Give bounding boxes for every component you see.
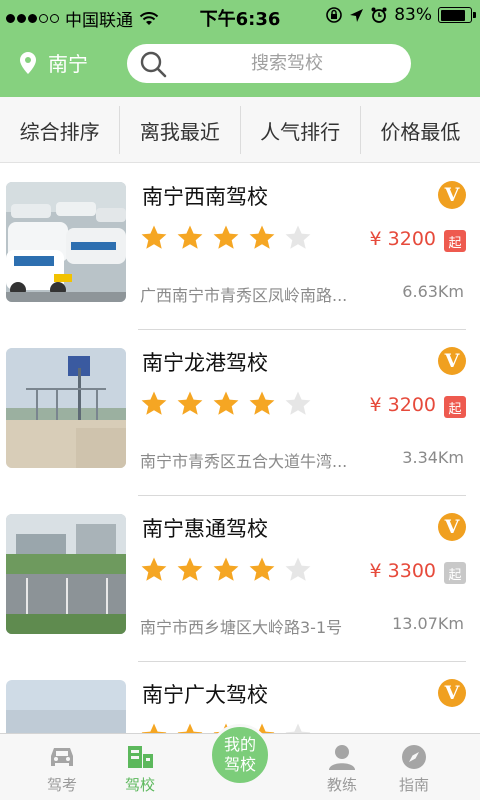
star-filled-icon [249, 391, 275, 415]
school-building-icon [128, 746, 153, 768]
price-from-badge: 起 [444, 396, 466, 418]
star-filled-icon [141, 391, 167, 415]
school-photo [6, 348, 126, 468]
verified-badge: V [438, 513, 466, 541]
tab-popularity[interactable]: 人气排行 [241, 106, 361, 154]
star-empty-icon [285, 225, 311, 249]
address: 南宁市青秀区五合大道牛湾... [140, 452, 348, 471]
list-item[interactable]: 南宁龙港驾校 V ¥ 3200 起 南宁市青秀区五合大道牛湾... 3.34Km [0, 330, 480, 496]
star-empty-icon [285, 391, 311, 415]
battery-icon [438, 7, 476, 23]
price-from-badge: 起 [444, 562, 466, 584]
star-filled-icon [177, 557, 203, 581]
tab-comprehensive[interactable]: 综合排序 [0, 106, 121, 154]
list-item[interactable]: 南宁西南驾校 V ¥ 3200 起 广西南宁市青秀区凤岭南路... 6.63Km [0, 164, 480, 330]
verified-badge: V [438, 347, 466, 375]
sort-tabs: 综合排序 离我最近 人气排行 价格最低 [0, 97, 480, 163]
alarm-icon [371, 7, 387, 23]
app-root: 中国联通 下午6:36 83% 南宁 搜索驾校 综合排序 离我最近 人气排行 价… [0, 0, 480, 800]
star-filled-icon [213, 391, 239, 415]
distance: 13.07Km [392, 614, 464, 633]
school-name: 南宁广大驾校 [142, 683, 268, 707]
address: 广西南宁市青秀区凤岭南路... [140, 286, 348, 305]
my-school-label: 我的 驾校 [223, 735, 256, 774]
rating-stars [140, 390, 312, 418]
my-school-button[interactable]: 我的 驾校 [209, 724, 271, 786]
header: 中国联通 下午6:36 83% 南宁 搜索驾校 [0, 0, 480, 97]
rating-stars [140, 224, 312, 252]
location-arrow-icon [350, 8, 364, 22]
city-selector[interactable]: 南宁 [20, 48, 88, 77]
address: 南宁市西乡塘区大岭路3-1号 [140, 618, 343, 637]
school-name: 南宁西南驾校 [142, 185, 268, 209]
school-name: 南宁龙港驾校 [142, 351, 268, 375]
search-input[interactable] [177, 48, 397, 78]
school-name: 南宁惠通驾校 [142, 517, 268, 541]
battery-fill [440, 9, 465, 21]
nav-guide[interactable]: 指南 [366, 734, 462, 800]
school-photo [6, 182, 126, 302]
distance: 3.34Km [402, 448, 464, 467]
verified-badge: V [438, 679, 466, 707]
price: ¥ 3200 [369, 394, 436, 416]
distance: 6.63Km [402, 282, 464, 301]
list-item[interactable]: 南宁惠通驾校 V ¥ 3300 起 南宁市西乡塘区大岭路3-1号 13.07Km [0, 496, 480, 662]
nav-guide-label: 指南 [398, 776, 429, 794]
tab-lowest-price[interactable]: 价格最低 [361, 106, 480, 154]
car-icon [51, 748, 73, 766]
rating-stars [140, 556, 312, 584]
star-filled-icon [141, 225, 167, 249]
search-icon [140, 51, 167, 78]
city-label: 南宁 [48, 52, 88, 76]
star-filled-icon [213, 557, 239, 581]
star-filled-icon [249, 557, 275, 581]
tab-nearest[interactable]: 离我最近 [120, 106, 241, 154]
nav-exam-label: 驾考 [46, 776, 77, 794]
star-filled-icon [177, 225, 203, 249]
price: ¥ 3200 [369, 228, 436, 250]
star-filled-icon [177, 391, 203, 415]
star-filled-icon [213, 225, 239, 249]
nav-school[interactable]: 驾校 [92, 734, 188, 800]
star-filled-icon [249, 225, 275, 249]
nav-school-label: 驾校 [124, 776, 155, 794]
school-photo [6, 514, 126, 634]
price-from-badge: 起 [444, 230, 466, 252]
nav-coach-label: 教练 [326, 776, 357, 794]
location-pin-icon [20, 51, 36, 74]
compass-icon [402, 745, 426, 769]
star-empty-icon [285, 557, 311, 581]
battery-percent: 83% [394, 5, 432, 25]
star-filled-icon [141, 557, 167, 581]
rotation-lock-icon [326, 7, 343, 23]
school-list: 南宁西南驾校 V ¥ 3200 起 广西南宁市青秀区凤岭南路... 6.63Km [0, 164, 480, 800]
verified-badge: V [438, 181, 466, 209]
person-icon [329, 745, 355, 770]
search-bar[interactable] [127, 44, 411, 83]
status-bar: 中国联通 下午6:36 83% [0, 0, 480, 32]
price: ¥ 3300 [369, 560, 436, 582]
